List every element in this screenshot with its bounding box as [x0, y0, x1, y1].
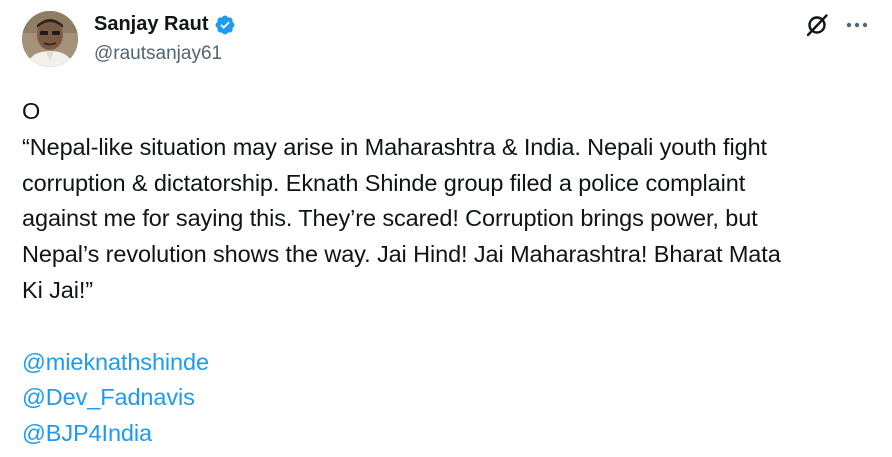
grok-icon[interactable]	[804, 12, 830, 38]
tweet-text-line: O	[22, 98, 41, 124]
more-options-icon[interactable]	[844, 12, 870, 38]
tweet-text-line: against me for saying this. They’re scar…	[22, 205, 758, 232]
verified-badge-icon[interactable]	[214, 14, 236, 36]
avatar[interactable]	[22, 11, 78, 67]
mention-link[interactable]: @Dev_Fadnavis	[22, 380, 195, 416]
tweet-card: Sanjay Raut @rautsanjay61 O “Nepal-like	[0, 0, 892, 457]
tweet-text-line: Ki Jai!”	[22, 276, 94, 303]
tweet-text-line: Nepal’s revolution shows the way. Jai Hi…	[22, 241, 781, 268]
avatar-photo	[22, 11, 78, 67]
tweet-text-line: corruption & dictatorship. Eknath Shinde…	[22, 169, 746, 196]
author-name-row[interactable]: Sanjay Raut	[94, 13, 236, 36]
author-handle[interactable]: @rautsanjay61	[94, 43, 222, 65]
mention-link[interactable]: @mieknathshinde	[22, 345, 209, 381]
author-name[interactable]: Sanjay Raut	[94, 13, 208, 36]
tweet-text-line: “Nepal-like situation may arise in Mahar…	[22, 133, 767, 160]
tweet-text: O “Nepal-like situation may arise in Mah…	[22, 94, 878, 452]
mentions-list: @mieknathshinde @Dev_Fadnavis @BJP4India	[22, 345, 878, 452]
tweet-top-actions	[804, 12, 870, 38]
mention-link[interactable]: @BJP4India	[22, 416, 152, 452]
